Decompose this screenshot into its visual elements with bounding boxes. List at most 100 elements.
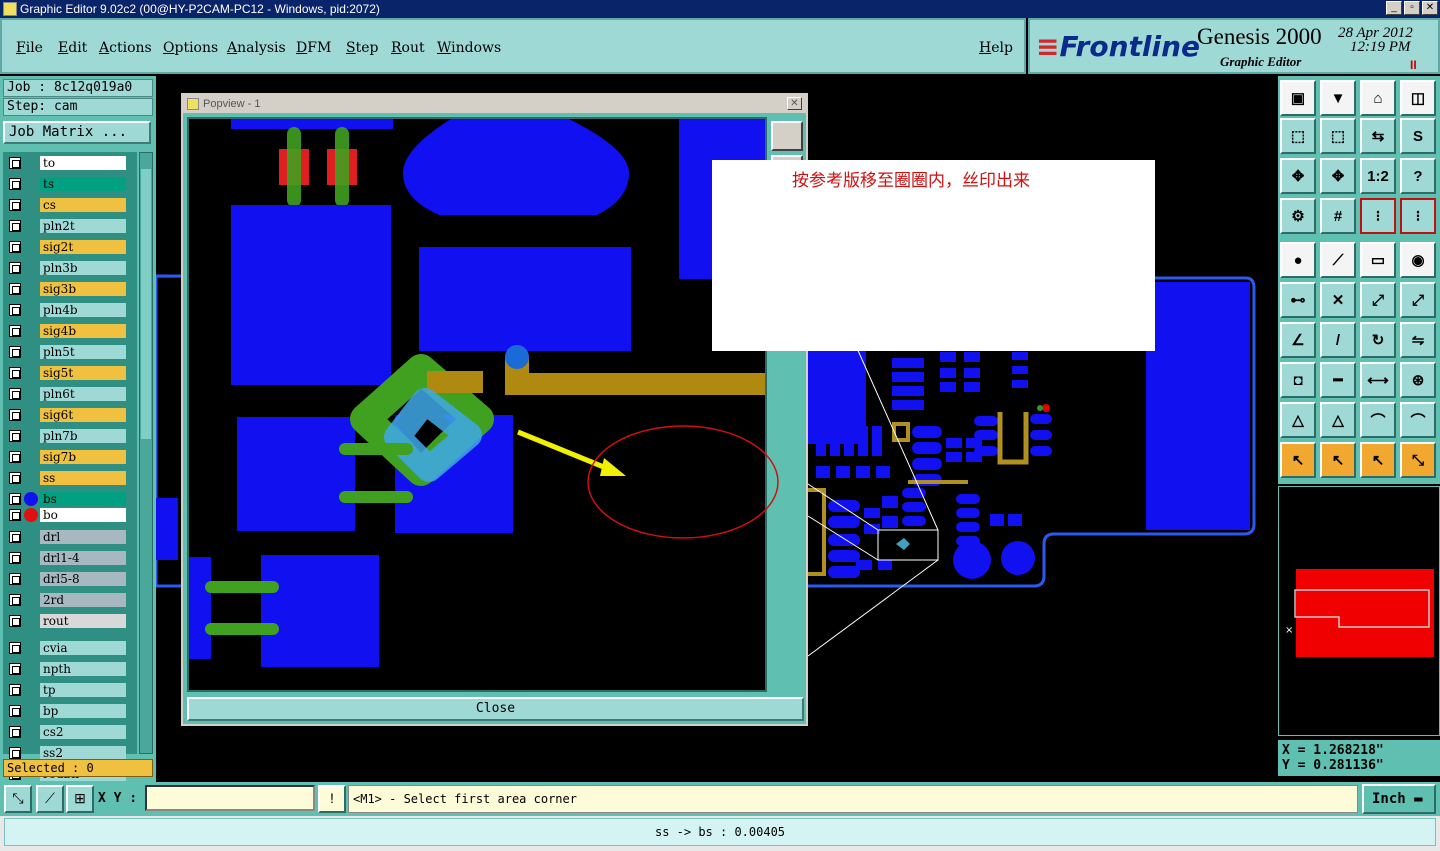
snap-icon[interactable]: ⚙: [1280, 198, 1316, 234]
layer-row[interactable]: cvia: [7, 641, 127, 655]
menu-rout[interactable]: Rout: [391, 40, 425, 56]
select-icon[interactable]: ●: [1280, 242, 1316, 278]
menu-actions[interactable]: Actions: [99, 40, 152, 56]
pad-icon[interactable]: ◉: [1400, 242, 1436, 278]
layer-name[interactable]: cs: [40, 198, 126, 212]
minimap[interactable]: ×: [1278, 486, 1440, 736]
menu-file[interactable]: File: [16, 40, 43, 56]
layer-checkbox[interactable]: [9, 262, 21, 274]
arch-icon[interactable]: ⌒: [1360, 402, 1396, 438]
layer-checkbox[interactable]: [9, 705, 21, 717]
layer-name[interactable]: bp: [40, 704, 126, 718]
popview-zoom-button[interactable]: [771, 121, 803, 151]
minimize-button[interactable]: _: [1386, 1, 1402, 15]
measure-area-icon[interactable]: ⟋: [36, 785, 64, 813]
layer-row[interactable]: bo: [7, 508, 127, 522]
segment-icon[interactable]: ━: [1320, 362, 1356, 398]
layer-checkbox[interactable]: [9, 367, 21, 379]
move-icon[interactable]: ✥: [1320, 158, 1356, 194]
layer-checkbox[interactable]: [9, 388, 21, 400]
layer-row[interactable]: to: [7, 156, 127, 170]
layer-name[interactable]: ts: [40, 177, 126, 191]
layer-checkbox[interactable]: [9, 531, 21, 543]
popview-close-icon[interactable]: ✕: [787, 97, 802, 110]
menu-analysis[interactable]: Analysis: [227, 40, 286, 56]
layer-name[interactable]: pln5t: [40, 345, 126, 359]
route-icon[interactable]: ⤡: [1400, 442, 1436, 478]
layer-checkbox[interactable]: [9, 552, 21, 564]
link-icon[interactable]: ⤢: [1360, 282, 1396, 318]
layer-row[interactable]: sig7b: [7, 450, 127, 464]
close-window-button[interactable]: ✕: [1422, 1, 1438, 15]
connect-icon[interactable]: ⊷: [1280, 282, 1316, 318]
pointer-frame-icon[interactable]: ↖: [1360, 442, 1396, 478]
layer-checkbox[interactable]: [9, 594, 21, 606]
net-highlight-icon[interactable]: ⁝: [1400, 198, 1436, 234]
window-icon[interactable]: ◫: [1400, 80, 1436, 116]
arch2-icon[interactable]: ⌒: [1400, 402, 1436, 438]
layer-list-scrollbar[interactable]: [139, 152, 153, 754]
layer-row[interactable]: ss: [7, 471, 127, 485]
mirror-icon[interactable]: ⇋: [1400, 322, 1436, 358]
layer-row[interactable]: drl: [7, 530, 127, 544]
menu-dfm[interactable]: DFM: [296, 40, 331, 56]
layer-name[interactable]: pln2t: [40, 219, 126, 233]
popview-close-button[interactable]: Close: [187, 697, 804, 721]
layer-name[interactable]: bo: [40, 508, 126, 522]
layer-row[interactable]: pln7b: [7, 429, 127, 443]
layer-row[interactable]: ss2: [7, 746, 127, 760]
layer-name[interactable]: cs2: [40, 725, 126, 739]
layer-name[interactable]: drl: [40, 530, 126, 544]
layer-checkbox[interactable]: [9, 663, 21, 675]
layer-checkbox[interactable]: [9, 199, 21, 211]
pointer-icon[interactable]: ↖: [1280, 442, 1316, 478]
menu-options[interactable]: Options: [163, 40, 218, 56]
layer-checkbox[interactable]: [9, 493, 21, 505]
layer-row[interactable]: sig5t: [7, 366, 127, 380]
layer-name[interactable]: drl5-8: [40, 572, 126, 586]
xy-input[interactable]: [145, 785, 315, 811]
triangle-icon[interactable]: △: [1280, 402, 1316, 438]
alert-icon[interactable]: !: [318, 785, 346, 813]
layer-checkbox[interactable]: [9, 346, 21, 358]
help-icon[interactable]: ?: [1400, 158, 1436, 194]
layer-name[interactable]: drl1-4: [40, 551, 126, 565]
layer-checkbox[interactable]: [9, 472, 21, 484]
unit-selector[interactable]: Inch ▬: [1362, 784, 1436, 814]
menu-windows[interactable]: Windows: [437, 40, 501, 56]
layer-name[interactable]: sig6t: [40, 408, 126, 422]
layer-checkbox[interactable]: [9, 283, 21, 295]
job-matrix-button[interactable]: Job Matrix ...: [3, 121, 151, 144]
arc-icon[interactable]: ↻: [1360, 322, 1396, 358]
layer-name[interactable]: ss2: [40, 746, 126, 760]
layer-row[interactable]: bp: [7, 704, 127, 718]
layer-checkbox[interactable]: [9, 220, 21, 232]
layer-name[interactable]: 2rd: [40, 593, 126, 607]
layer-row[interactable]: bs: [7, 492, 127, 506]
layer-name[interactable]: sig7b: [40, 450, 126, 464]
grid-snap-icon[interactable]: ⊞: [66, 785, 94, 813]
layer-name[interactable]: pln7b: [40, 429, 126, 443]
maximize-button[interactable]: ▫: [1404, 1, 1420, 15]
layer-checkbox[interactable]: [9, 409, 21, 421]
layer-checkbox[interactable]: [9, 430, 21, 442]
layer-checkbox[interactable]: [9, 642, 21, 654]
layer-row[interactable]: tp: [7, 683, 127, 697]
dimension-icon[interactable]: ⟷: [1360, 362, 1396, 398]
popview-canvas[interactable]: [187, 117, 767, 692]
layer-row[interactable]: drl1-4: [7, 551, 127, 565]
layer-name[interactable]: pln4b: [40, 303, 126, 317]
layer-row[interactable]: npth: [7, 662, 127, 676]
layer-name[interactable]: sig5t: [40, 366, 126, 380]
layer-checkbox[interactable]: [9, 178, 21, 190]
pointer-box-icon[interactable]: ↖: [1320, 442, 1356, 478]
layer-name[interactable]: npth: [40, 662, 126, 676]
layer-row[interactable]: pln3b: [7, 261, 127, 275]
layer-row[interactable]: cs: [7, 198, 127, 212]
layer-name[interactable]: sig2t: [40, 240, 126, 254]
layer-row[interactable]: pln6t: [7, 387, 127, 401]
layer-checkbox[interactable]: [9, 726, 21, 738]
cross-icon[interactable]: ✕: [1320, 282, 1356, 318]
layer-row[interactable]: pln5t: [7, 345, 127, 359]
layer-name[interactable]: sig3b: [40, 282, 126, 296]
